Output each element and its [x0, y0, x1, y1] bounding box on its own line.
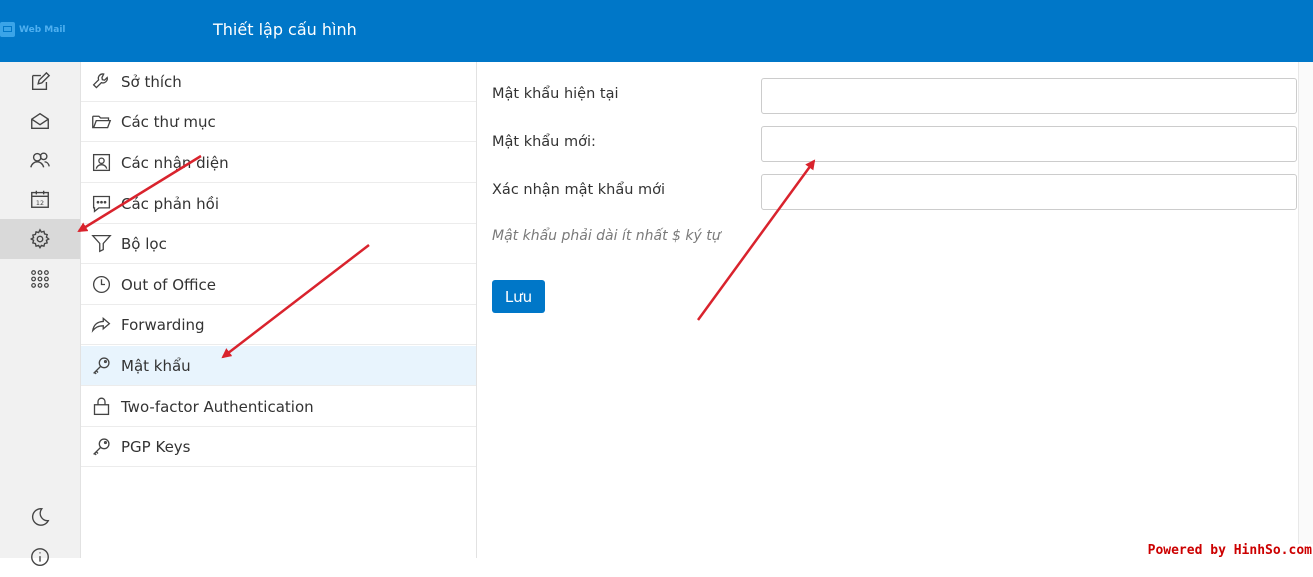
scrollbar[interactable] — [1298, 62, 1313, 558]
page-title: Thiết lập cấu hình — [213, 20, 357, 39]
folder-open-icon — [91, 115, 111, 129]
lock-icon — [93, 397, 109, 416]
current-password-label: Mật khẩu hiện tại — [492, 86, 619, 102]
gear-icon — [29, 228, 50, 250]
password-length-hint: Mật khẩu phải dài ít nhất $ ký tự — [492, 228, 721, 244]
identity-card-icon — [92, 153, 110, 172]
settings-item-filters[interactable]: Bộ lọc — [81, 224, 476, 264]
mail-logo-icon — [0, 22, 15, 37]
settings-button[interactable] — [0, 219, 80, 259]
moon-icon — [31, 508, 50, 526]
settings-item-pgp-keys[interactable]: PGP Keys — [81, 427, 476, 467]
share-arrow-icon — [91, 316, 110, 333]
wrench-icon — [92, 73, 108, 89]
calendar-icon: 12 — [31, 190, 49, 208]
info-icon — [31, 548, 49, 566]
settings-item-label: Các nhận diện — [121, 153, 229, 172]
dark-mode-toggle[interactable] — [0, 497, 80, 537]
apps-button[interactable] — [0, 259, 80, 299]
mail-icon — [31, 112, 49, 130]
current-password-field[interactable] — [761, 78, 1297, 114]
app-logo[interactable]: Web Mail — [0, 22, 66, 37]
new-password-field[interactable] — [761, 126, 1297, 162]
filter-icon — [90, 234, 112, 253]
settings-item-two-factor[interactable]: Two-factor Authentication — [81, 387, 476, 427]
confirm-password-field[interactable] — [761, 174, 1297, 210]
app-navigation-rail: 12 — [0, 62, 81, 566]
apps-grid-icon — [31, 270, 49, 288]
settings-item-out-of-office[interactable]: Out of Office — [81, 265, 476, 305]
confirm-password-label: Xác nhận mật khẩu mới — [492, 182, 666, 198]
settings-item-password[interactable]: Mật khẩu — [81, 346, 476, 386]
settings-item-label: Two-factor Authentication — [121, 397, 314, 416]
chat-dots-icon — [92, 195, 110, 213]
settings-sections-list: Sở thích Các thư mục Các nhận diện Các p… — [81, 62, 477, 558]
settings-item-preferences[interactable]: Sở thích — [81, 62, 476, 102]
settings-item-label: Các thư mục — [121, 112, 216, 131]
settings-item-label: Out of Office — [121, 275, 216, 294]
header-bar: Web Mail Thiết lập cấu hình — [0, 0, 1313, 62]
about-button[interactable] — [0, 537, 80, 577]
clock-icon — [92, 275, 110, 294]
settings-item-identities[interactable]: Các nhận diện — [81, 143, 476, 183]
calendar-day-text: 12 — [36, 199, 44, 207]
calendar-button[interactable]: 12 — [0, 179, 80, 219]
settings-item-label: Mật khẩu — [121, 356, 191, 375]
settings-item-label: Bộ lọc — [121, 234, 167, 253]
settings-item-label: PGP Keys — [121, 437, 191, 456]
contacts-icon — [30, 152, 50, 168]
new-password-label: Mật khẩu mới: — [492, 134, 596, 150]
password-settings-panel: Mật khẩu hiện tại Mật khẩu mới: Xác nhận… — [477, 62, 1313, 558]
settings-item-responses[interactable]: Các phản hồi — [81, 184, 476, 224]
mail-button[interactable] — [0, 101, 80, 141]
compose-button[interactable] — [0, 62, 80, 102]
save-button[interactable]: Lưu — [492, 280, 545, 313]
settings-item-label: Sở thích — [121, 72, 182, 91]
settings-item-label: Forwarding — [121, 315, 205, 334]
settings-item-label: Các phản hồi — [121, 194, 220, 213]
key-icon — [92, 438, 110, 456]
key-icon — [92, 357, 110, 375]
contacts-button[interactable] — [0, 140, 80, 180]
settings-item-folders[interactable]: Các thư mục — [81, 102, 476, 142]
settings-item-forwarding[interactable]: Forwarding — [81, 305, 476, 345]
watermark-text: Powered by HinhSo.com — [1146, 543, 1313, 558]
logo-text: Web Mail — [19, 24, 66, 35]
compose-icon — [31, 71, 51, 91]
